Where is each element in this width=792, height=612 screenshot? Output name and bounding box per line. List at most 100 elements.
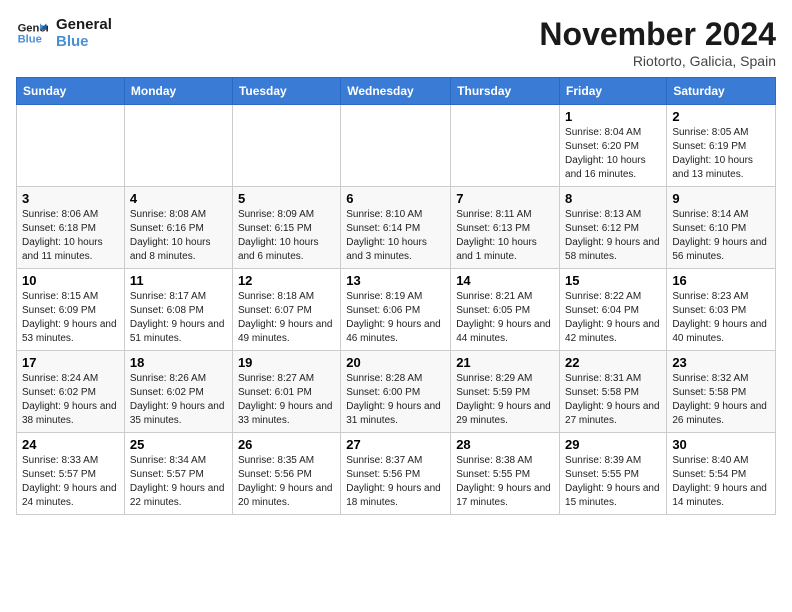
daylight: Daylight: 9 hours and 56 minutes. [672, 236, 770, 264]
daylight: Daylight: 9 hours and 38 minutes. [22, 400, 119, 428]
header-tuesday: Tuesday [232, 78, 340, 105]
calendar-header-row: Sunday Monday Tuesday Wednesday Thursday… [17, 78, 776, 105]
sunrise: Sunrise: 8:06 AM [22, 208, 119, 222]
sunrise: Sunrise: 8:22 AM [565, 290, 661, 304]
day-number: 11 [130, 273, 227, 288]
day-number: 28 [456, 437, 554, 452]
sunrise: Sunrise: 8:04 AM [565, 126, 661, 140]
day-number: 18 [130, 355, 227, 370]
sunrise: Sunrise: 8:28 AM [346, 372, 445, 386]
sunrise: Sunrise: 8:37 AM [346, 454, 445, 468]
sunrise: Sunrise: 8:09 AM [238, 208, 335, 222]
daylight: Daylight: 9 hours and 33 minutes. [238, 400, 335, 428]
daylight: Daylight: 9 hours and 31 minutes. [346, 400, 445, 428]
header-thursday: Thursday [451, 78, 560, 105]
day-number: 1 [565, 109, 661, 124]
svg-text:Blue: Blue [18, 34, 42, 46]
sunrise: Sunrise: 8:32 AM [672, 372, 770, 386]
sunset: Sunset: 6:20 PM [565, 140, 661, 154]
day-info: Sunrise: 8:23 AM Sunset: 6:03 PM Dayligh… [672, 290, 770, 346]
table-row: 10 Sunrise: 8:15 AM Sunset: 6:09 PM Dayl… [17, 269, 125, 351]
day-info: Sunrise: 8:32 AM Sunset: 5:58 PM Dayligh… [672, 372, 770, 428]
day-number: 7 [456, 191, 554, 206]
day-number: 13 [346, 273, 445, 288]
table-row: 22 Sunrise: 8:31 AM Sunset: 5:58 PM Dayl… [560, 351, 667, 433]
table-row: 25 Sunrise: 8:34 AM Sunset: 5:57 PM Dayl… [124, 433, 232, 515]
table-row: 7 Sunrise: 8:11 AM Sunset: 6:13 PM Dayli… [451, 187, 560, 269]
table-row: 9 Sunrise: 8:14 AM Sunset: 6:10 PM Dayli… [667, 187, 776, 269]
daylight: Daylight: 10 hours and 13 minutes. [672, 154, 770, 182]
day-info: Sunrise: 8:13 AM Sunset: 6:12 PM Dayligh… [565, 208, 661, 264]
day-number: 21 [456, 355, 554, 370]
calendar-week-row: 1 Sunrise: 8:04 AM Sunset: 6:20 PM Dayli… [17, 105, 776, 187]
logo-text-general: General [56, 16, 112, 33]
sunset: Sunset: 6:01 PM [238, 386, 335, 400]
day-info: Sunrise: 8:05 AM Sunset: 6:19 PM Dayligh… [672, 126, 770, 182]
sunrise: Sunrise: 8:05 AM [672, 126, 770, 140]
calendar-week-row: 3 Sunrise: 8:06 AM Sunset: 6:18 PM Dayli… [17, 187, 776, 269]
day-info: Sunrise: 8:06 AM Sunset: 6:18 PM Dayligh… [22, 208, 119, 264]
daylight: Daylight: 9 hours and 14 minutes. [672, 482, 770, 510]
day-info: Sunrise: 8:17 AM Sunset: 6:08 PM Dayligh… [130, 290, 227, 346]
day-info: Sunrise: 8:40 AM Sunset: 5:54 PM Dayligh… [672, 454, 770, 510]
day-number: 29 [565, 437, 661, 452]
sunrise: Sunrise: 8:38 AM [456, 454, 554, 468]
daylight: Daylight: 9 hours and 18 minutes. [346, 482, 445, 510]
daylight: Daylight: 9 hours and 29 minutes. [456, 400, 554, 428]
sunrise: Sunrise: 8:08 AM [130, 208, 227, 222]
day-info: Sunrise: 8:18 AM Sunset: 6:07 PM Dayligh… [238, 290, 335, 346]
day-info: Sunrise: 8:37 AM Sunset: 5:56 PM Dayligh… [346, 454, 445, 510]
sunset: Sunset: 6:15 PM [238, 222, 335, 236]
sunset: Sunset: 5:56 PM [238, 468, 335, 482]
logo-icon: General Blue [16, 17, 48, 49]
daylight: Daylight: 9 hours and 17 minutes. [456, 482, 554, 510]
sunset: Sunset: 5:56 PM [346, 468, 445, 482]
day-info: Sunrise: 8:34 AM Sunset: 5:57 PM Dayligh… [130, 454, 227, 510]
day-info: Sunrise: 8:33 AM Sunset: 5:57 PM Dayligh… [22, 454, 119, 510]
sunrise: Sunrise: 8:26 AM [130, 372, 227, 386]
table-row: 21 Sunrise: 8:29 AM Sunset: 5:59 PM Dayl… [451, 351, 560, 433]
daylight: Daylight: 9 hours and 58 minutes. [565, 236, 661, 264]
sunrise: Sunrise: 8:15 AM [22, 290, 119, 304]
table-row: 2 Sunrise: 8:05 AM Sunset: 6:19 PM Dayli… [667, 105, 776, 187]
day-number: 16 [672, 273, 770, 288]
sunset: Sunset: 6:05 PM [456, 304, 554, 318]
table-row: 8 Sunrise: 8:13 AM Sunset: 6:12 PM Dayli… [560, 187, 667, 269]
table-row: 19 Sunrise: 8:27 AM Sunset: 6:01 PM Dayl… [232, 351, 340, 433]
sunset: Sunset: 6:10 PM [672, 222, 770, 236]
day-info: Sunrise: 8:26 AM Sunset: 6:02 PM Dayligh… [130, 372, 227, 428]
day-info: Sunrise: 8:04 AM Sunset: 6:20 PM Dayligh… [565, 126, 661, 182]
daylight: Daylight: 10 hours and 3 minutes. [346, 236, 445, 264]
day-info: Sunrise: 8:10 AM Sunset: 6:14 PM Dayligh… [346, 208, 445, 264]
daylight: Daylight: 10 hours and 11 minutes. [22, 236, 119, 264]
sunset: Sunset: 6:06 PM [346, 304, 445, 318]
sunrise: Sunrise: 8:13 AM [565, 208, 661, 222]
sunset: Sunset: 6:00 PM [346, 386, 445, 400]
table-row: 11 Sunrise: 8:17 AM Sunset: 6:08 PM Dayl… [124, 269, 232, 351]
table-row: 1 Sunrise: 8:04 AM Sunset: 6:20 PM Dayli… [560, 105, 667, 187]
day-number: 17 [22, 355, 119, 370]
day-info: Sunrise: 8:15 AM Sunset: 6:09 PM Dayligh… [22, 290, 119, 346]
table-row: 26 Sunrise: 8:35 AM Sunset: 5:56 PM Dayl… [232, 433, 340, 515]
daylight: Daylight: 9 hours and 20 minutes. [238, 482, 335, 510]
sunset: Sunset: 5:57 PM [130, 468, 227, 482]
sunrise: Sunrise: 8:29 AM [456, 372, 554, 386]
table-row: 30 Sunrise: 8:40 AM Sunset: 5:54 PM Dayl… [667, 433, 776, 515]
day-number: 23 [672, 355, 770, 370]
sunrise: Sunrise: 8:24 AM [22, 372, 119, 386]
table-row: 5 Sunrise: 8:09 AM Sunset: 6:15 PM Dayli… [232, 187, 340, 269]
calendar-week-row: 24 Sunrise: 8:33 AM Sunset: 5:57 PM Dayl… [17, 433, 776, 515]
sunset: Sunset: 5:59 PM [456, 386, 554, 400]
table-row [451, 105, 560, 187]
sunrise: Sunrise: 8:33 AM [22, 454, 119, 468]
sunrise: Sunrise: 8:31 AM [565, 372, 661, 386]
calendar-week-row: 17 Sunrise: 8:24 AM Sunset: 6:02 PM Dayl… [17, 351, 776, 433]
sunset: Sunset: 6:04 PM [565, 304, 661, 318]
daylight: Daylight: 10 hours and 16 minutes. [565, 154, 661, 182]
sunset: Sunset: 6:08 PM [130, 304, 227, 318]
sunset: Sunset: 6:16 PM [130, 222, 227, 236]
day-number: 30 [672, 437, 770, 452]
sunset: Sunset: 6:18 PM [22, 222, 119, 236]
day-number: 25 [130, 437, 227, 452]
title-block: November 2024 Riotorto, Galicia, Spain [539, 16, 776, 69]
